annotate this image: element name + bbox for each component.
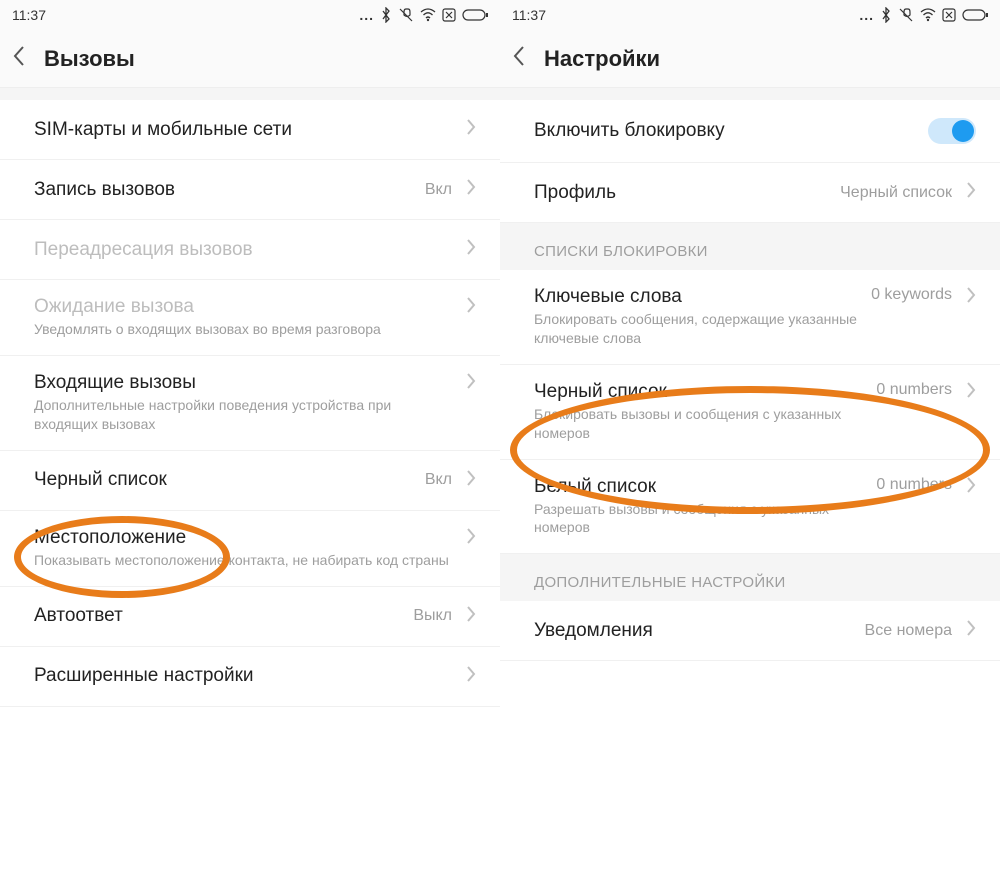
phone-left: 11:37 ... Вызовы SIM-карты и мобильные с… bbox=[0, 0, 500, 889]
chevron-right-icon bbox=[966, 619, 976, 642]
close-box-icon bbox=[942, 8, 956, 22]
chevron-right-icon bbox=[966, 476, 976, 499]
chevron-right-icon bbox=[966, 181, 976, 204]
bluetooth-icon bbox=[380, 7, 392, 23]
item-subtitle: Дополнительные настройки поведения устро… bbox=[34, 396, 466, 434]
phone-right: 11:37 ... Настройки Включить блокировку … bbox=[500, 0, 1000, 889]
item-value: 0 numbers bbox=[876, 476, 952, 494]
chevron-right-icon bbox=[466, 469, 476, 492]
chevron-right-icon bbox=[466, 605, 476, 628]
back-button[interactable] bbox=[512, 45, 526, 73]
item-call-recording[interactable]: Запись вызовов Вкл bbox=[0, 160, 500, 220]
item-value: Вкл bbox=[425, 471, 452, 489]
page-title: Вызовы bbox=[44, 46, 135, 72]
item-sim-cards[interactable]: SIM-карты и мобильные сети bbox=[0, 100, 500, 160]
item-value: 0 keywords bbox=[871, 286, 952, 304]
item-title: SIM-карты и мобильные сети bbox=[34, 119, 466, 141]
signal-dots-icon: ... bbox=[359, 7, 374, 23]
mute-icon bbox=[898, 7, 914, 23]
item-title: Уведомления bbox=[534, 620, 865, 642]
item-subtitle: Разрешать вызовы и сообщения с указанных… bbox=[534, 500, 876, 538]
item-value: Вкл bbox=[425, 181, 452, 199]
chevron-right-icon bbox=[966, 381, 976, 404]
wifi-icon bbox=[920, 8, 936, 22]
status-icons: ... bbox=[859, 7, 988, 23]
chevron-right-icon bbox=[966, 286, 976, 309]
item-call-waiting[interactable]: Ожидание вызова Уведомлять о входящих вы… bbox=[0, 280, 500, 356]
item-title: Включить блокировку bbox=[534, 120, 928, 142]
item-subtitle: Блокировать сообщения, содержащие указан… bbox=[534, 310, 871, 348]
spacer bbox=[500, 88, 1000, 100]
settings-list: SIM-карты и мобильные сети Запись вызово… bbox=[0, 100, 500, 707]
item-title: Ключевые слова bbox=[534, 286, 871, 308]
back-button[interactable] bbox=[12, 45, 26, 73]
chevron-right-icon bbox=[466, 238, 476, 261]
item-title: Расширенные настройки bbox=[34, 665, 466, 687]
item-notifications[interactable]: Уведомления Все номера bbox=[500, 601, 1000, 661]
section-header-blocklists: СПИСКИ БЛОКИРОВКИ bbox=[500, 223, 1000, 270]
item-profile[interactable]: Профиль Черный список bbox=[500, 163, 1000, 223]
spacer bbox=[0, 88, 500, 100]
settings-list: Включить блокировку Профиль Черный списо… bbox=[500, 100, 1000, 661]
item-blacklist[interactable]: Черный список Блокировать вызовы и сообщ… bbox=[500, 365, 1000, 460]
item-title: Переадресация вызовов bbox=[34, 239, 466, 261]
item-title: Черный список bbox=[534, 381, 876, 403]
item-incoming-calls[interactable]: Входящие вызовы Дополнительные настройки… bbox=[0, 356, 500, 451]
chevron-right-icon bbox=[466, 665, 476, 688]
item-enable-blocking[interactable]: Включить блокировку bbox=[500, 100, 1000, 163]
item-call-forwarding[interactable]: Переадресация вызовов bbox=[0, 220, 500, 280]
mute-icon bbox=[398, 7, 414, 23]
chevron-right-icon bbox=[466, 527, 476, 550]
battery-icon bbox=[962, 9, 988, 21]
wifi-icon bbox=[420, 8, 436, 22]
item-autoreply[interactable]: Автоответ Выкл bbox=[0, 587, 500, 647]
item-subtitle: Уведомлять о входящих вызовах во время р… bbox=[34, 320, 466, 339]
item-value: 0 numbers bbox=[876, 381, 952, 399]
header: Вызовы bbox=[0, 30, 500, 88]
status-time: 11:37 bbox=[12, 7, 46, 23]
toggle-switch[interactable] bbox=[928, 118, 976, 144]
chevron-right-icon bbox=[466, 296, 476, 319]
item-keywords[interactable]: Ключевые слова Блокировать сообщения, со… bbox=[500, 270, 1000, 365]
item-subtitle: Блокировать вызовы и сообщения с указанн… bbox=[534, 405, 876, 443]
item-value: Черный список bbox=[840, 184, 952, 202]
section-header-additional: ДОПОЛНИТЕЛЬНЫЕ НАСТРОЙКИ bbox=[500, 554, 1000, 601]
item-title: Профиль bbox=[534, 182, 840, 204]
header: Настройки bbox=[500, 30, 1000, 88]
item-value: Все номера bbox=[865, 622, 952, 640]
status-bar: 11:37 ... bbox=[500, 0, 1000, 30]
item-title: Автоответ bbox=[34, 605, 413, 627]
item-whitelist[interactable]: Белый список Разрешать вызовы и сообщени… bbox=[500, 460, 1000, 555]
item-title: Ожидание вызова bbox=[34, 296, 466, 318]
chevron-right-icon bbox=[466, 178, 476, 201]
battery-icon bbox=[462, 9, 488, 21]
status-time: 11:37 bbox=[512, 7, 546, 23]
item-title: Запись вызовов bbox=[34, 179, 425, 201]
chevron-right-icon bbox=[466, 372, 476, 395]
item-title: Местоположение bbox=[34, 527, 466, 549]
item-title: Белый список bbox=[534, 476, 876, 498]
item-blacklist[interactable]: Черный список Вкл bbox=[0, 451, 500, 511]
signal-dots-icon: ... bbox=[859, 7, 874, 23]
item-advanced-settings[interactable]: Расширенные настройки bbox=[0, 647, 500, 707]
item-title: Черный список bbox=[34, 469, 425, 491]
item-value: Выкл bbox=[413, 607, 452, 625]
status-icons: ... bbox=[359, 7, 488, 23]
item-title: Входящие вызовы bbox=[34, 372, 466, 394]
page-title: Настройки bbox=[544, 46, 660, 72]
status-bar: 11:37 ... bbox=[0, 0, 500, 30]
item-subtitle: Показывать местоположение контакта, не н… bbox=[34, 551, 466, 570]
item-location[interactable]: Местоположение Показывать местоположение… bbox=[0, 511, 500, 587]
bluetooth-icon bbox=[880, 7, 892, 23]
chevron-right-icon bbox=[466, 118, 476, 141]
close-box-icon bbox=[442, 8, 456, 22]
